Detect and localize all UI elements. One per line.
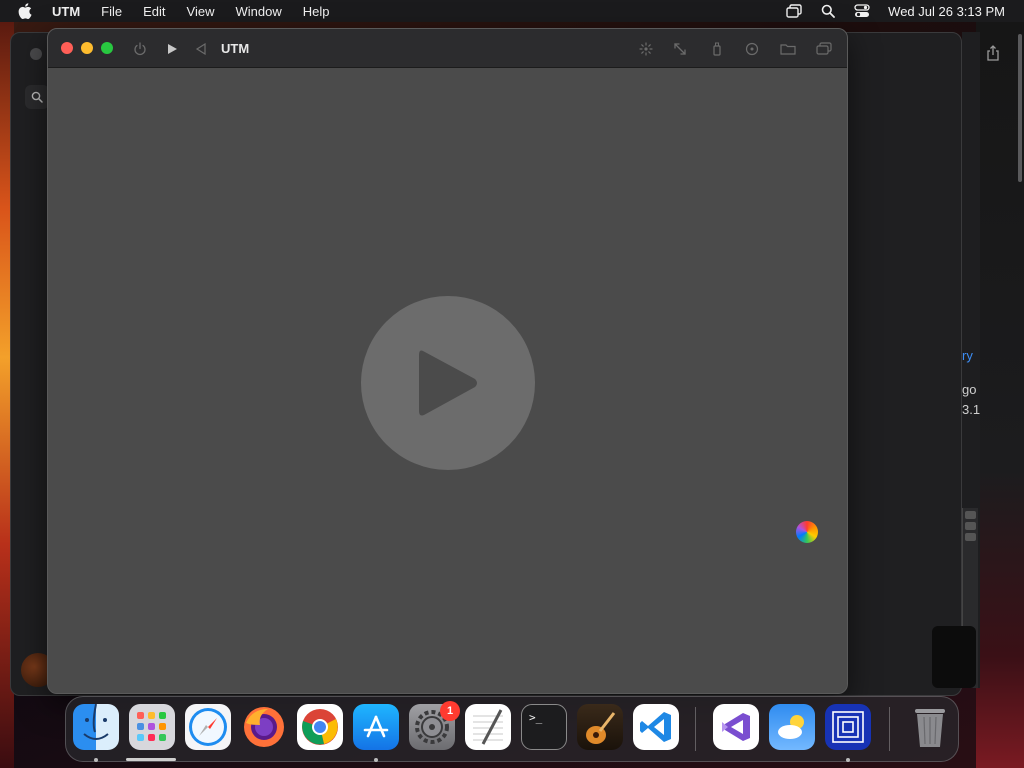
menu-help[interactable]: Help — [303, 4, 330, 19]
app-store-icon[interactable] — [353, 704, 399, 750]
share-icon[interactable] — [984, 44, 1002, 62]
weather-icon[interactable] — [769, 704, 815, 750]
launchpad-icon[interactable] — [129, 704, 175, 750]
dock-separator — [695, 707, 696, 751]
window-title: UTM — [221, 41, 250, 56]
utm-title-bar[interactable]: UTM — [48, 29, 847, 68]
scrollbar[interactable] — [1018, 34, 1022, 182]
firefox-icon[interactable] — [241, 704, 287, 750]
dock: 1 >_ — [65, 696, 959, 762]
panel-bar — [965, 511, 976, 519]
power-icon[interactable] — [131, 40, 149, 58]
running-indicator — [94, 758, 98, 762]
resize-icon[interactable] — [671, 40, 689, 58]
menu-view[interactable]: View — [187, 4, 215, 19]
usb-icon[interactable] — [708, 40, 726, 58]
screen-mirroring-icon[interactable] — [786, 3, 802, 19]
minimize-button[interactable] — [81, 42, 93, 54]
menu-edit[interactable]: Edit — [143, 4, 165, 19]
safari-icon[interactable] — [185, 704, 231, 750]
trash-icon[interactable] — [907, 704, 953, 750]
menu-bar: UTM File Edit View Window Help Wed Jul 2… — [0, 0, 1024, 22]
running-indicator — [846, 758, 850, 762]
chrome-icon[interactable] — [297, 704, 343, 750]
apple-menu-icon[interactable] — [18, 3, 34, 19]
garageband-icon[interactable] — [577, 704, 623, 750]
panel-bar — [965, 533, 976, 541]
background-text: go — [962, 382, 977, 397]
windows-icon[interactable] — [815, 40, 833, 58]
background-link-text[interactable]: ry — [962, 348, 973, 363]
restart-icon[interactable] — [192, 40, 210, 58]
start-vm-button[interactable] — [361, 296, 535, 470]
menu-window[interactable]: Window — [235, 4, 281, 19]
terminal-icon[interactable]: >_ — [521, 704, 567, 750]
finder-icon[interactable] — [73, 704, 119, 750]
utm-window: UTM — [47, 28, 848, 694]
dock-separator — [889, 707, 890, 751]
vm-display[interactable] — [48, 69, 847, 693]
textedit-icon[interactable] — [465, 704, 511, 750]
running-indicator — [374, 758, 378, 762]
zoom-button[interactable] — [101, 42, 113, 54]
control-center-icon[interactable] — [854, 3, 870, 19]
utm-icon[interactable] — [825, 704, 871, 750]
menu-file[interactable]: File — [101, 4, 122, 19]
busy-cursor-icon — [796, 521, 818, 543]
spotlight-search-icon[interactable] — [820, 3, 836, 19]
background-window-dot[interactable] — [30, 48, 42, 60]
close-button[interactable] — [61, 42, 73, 54]
background-text: 3.1 — [962, 402, 981, 417]
search-icon[interactable] — [25, 85, 49, 109]
play-icon — [419, 350, 477, 416]
background-block — [932, 626, 976, 688]
capture-input-icon[interactable] — [637, 40, 655, 58]
drive-icon[interactable] — [743, 40, 761, 58]
wallpaper-right — [976, 22, 1024, 768]
launchpad-active-indicator — [126, 758, 176, 761]
panel-bar — [965, 522, 976, 530]
visual-studio-icon[interactable] — [713, 704, 759, 750]
play-icon[interactable] — [163, 40, 181, 58]
notification-badge: 1 — [440, 701, 460, 721]
vscode-icon[interactable] — [633, 704, 679, 750]
menu-clock[interactable]: Wed Jul 26 3:13 PM — [888, 4, 1005, 19]
menu-app-name[interactable]: UTM — [52, 4, 80, 19]
shared-folder-icon[interactable] — [779, 40, 797, 58]
terminal-prompt: >_ — [529, 711, 543, 724]
